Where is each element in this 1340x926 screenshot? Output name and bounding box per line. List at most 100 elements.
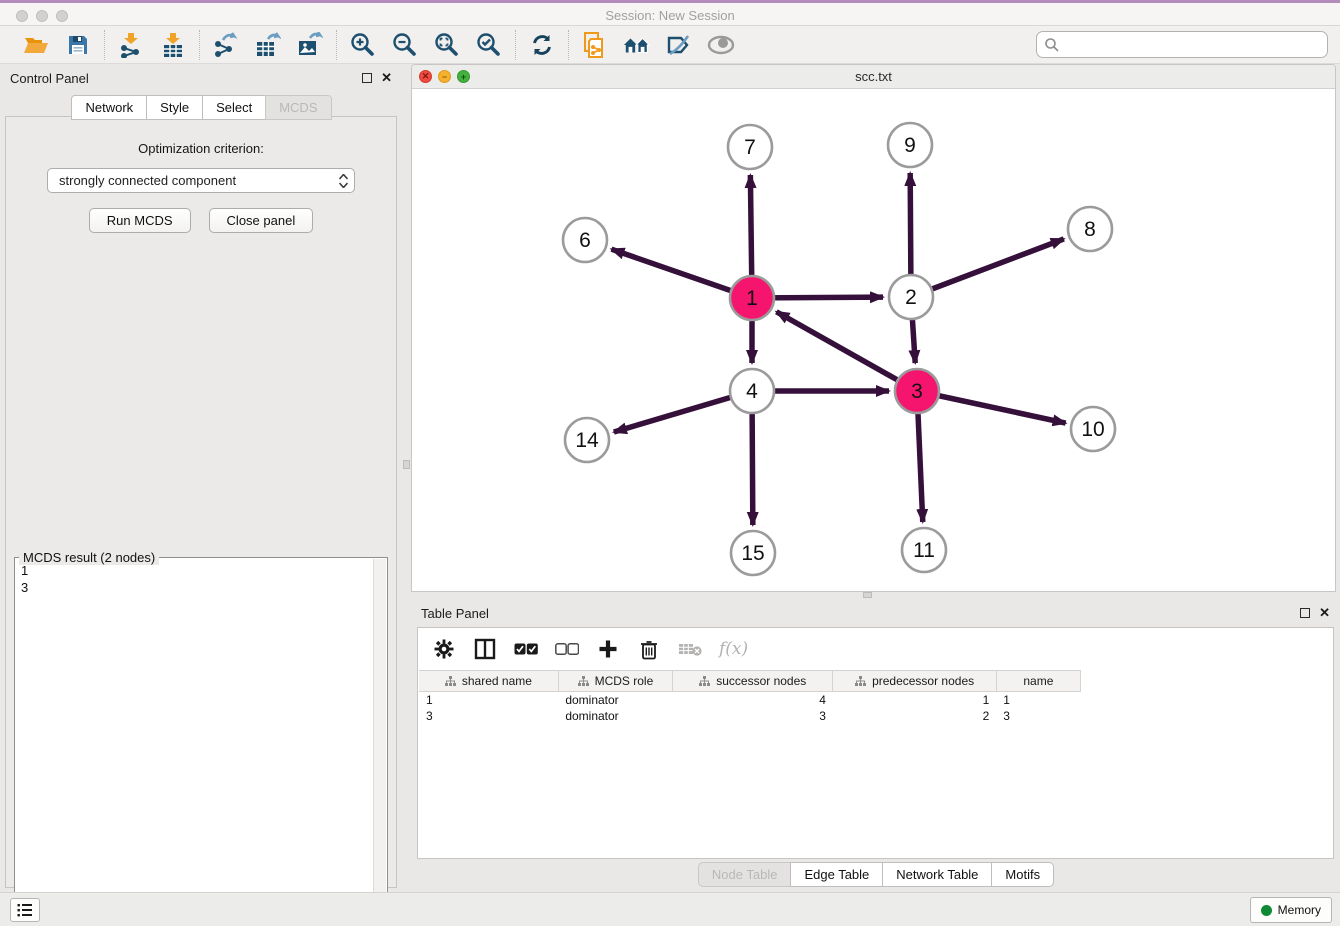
column-header-successor-nodes[interactable]: successor nodes: [673, 671, 833, 692]
control-panel-title: Control Panel: [10, 71, 89, 86]
result-scrollbar[interactable]: [373, 559, 386, 926]
import-table-icon: [161, 32, 185, 58]
tab-motifs[interactable]: Motifs: [991, 862, 1054, 887]
plus-icon: [598, 639, 618, 659]
open-folder-icon: [23, 34, 49, 56]
tab-network[interactable]: Network: [71, 95, 147, 120]
float-panel-icon[interactable]: [362, 73, 372, 83]
tab-select[interactable]: Select: [202, 95, 266, 120]
search-input[interactable]: [1060, 35, 1327, 55]
zoom-selected-button[interactable]: [475, 31, 503, 59]
cell-MCDS-role[interactable]: dominator: [558, 708, 672, 724]
network-canvas[interactable]: 1234678910111415: [412, 89, 1335, 591]
splitter-grip[interactable]: [403, 460, 410, 469]
criterion-dropdown[interactable]: strongly connected component: [47, 168, 355, 193]
splitter-grip[interactable]: [863, 592, 872, 598]
function-builder-button[interactable]: f(x): [719, 639, 748, 659]
cell-successor-nodes[interactable]: 4: [673, 692, 833, 708]
node-label-2: 2: [905, 286, 917, 309]
frame-minimize-icon[interactable]: −: [438, 70, 451, 83]
clone-network-button[interactable]: [581, 31, 609, 59]
horizontal-splitter[interactable]: [411, 592, 1340, 599]
node-label-8: 8: [1084, 218, 1096, 241]
hide-labels-icon: [666, 34, 692, 56]
zoom-out-button[interactable]: [391, 31, 419, 59]
edge-3-1[interactable]: [776, 312, 917, 391]
optimization-criterion-label: Optimization criterion:: [6, 141, 396, 156]
cell-MCDS-role[interactable]: dominator: [558, 692, 672, 708]
column-header-shared-name[interactable]: shared name: [419, 671, 558, 692]
cell-name[interactable]: 3: [996, 708, 1080, 724]
network-graph[interactable]: 1234678910111415: [412, 89, 1335, 591]
node-label-15: 15: [741, 542, 764, 565]
show-graphics-details-button[interactable]: [707, 31, 735, 59]
table-panel-tabs: Node TableEdge TableNetwork TableMotifs: [411, 862, 1340, 887]
cell-name[interactable]: 1: [996, 692, 1080, 708]
table-row[interactable]: 1dominator411: [419, 692, 1081, 708]
save-session-button[interactable]: [64, 31, 92, 59]
deselect-all-rows-button[interactable]: [555, 637, 579, 661]
cell-predecessor-nodes[interactable]: 2: [833, 708, 996, 724]
criterion-value: strongly connected component: [59, 173, 236, 188]
delete-column-button[interactable]: [637, 637, 661, 661]
memory-button[interactable]: Memory: [1250, 897, 1332, 923]
node-label-14: 14: [575, 429, 599, 452]
column-header-MCDS-role[interactable]: MCDS role: [558, 671, 672, 692]
tab-mcds[interactable]: MCDS: [265, 95, 331, 120]
zoom-in-button[interactable]: [349, 31, 377, 59]
edge-2-8[interactable]: [911, 239, 1064, 297]
status-bar: Memory: [0, 892, 1340, 926]
search-icon: [1044, 37, 1060, 53]
task-history-button[interactable]: [10, 898, 40, 922]
zoom-out-icon: [392, 32, 418, 58]
frame-maximize-icon[interactable]: +: [457, 70, 470, 83]
node-label-4: 4: [746, 380, 758, 403]
cell-predecessor-nodes[interactable]: 1: [833, 692, 996, 708]
frame-close-icon[interactable]: ✕: [419, 70, 432, 83]
main-toolbar: [0, 26, 1340, 64]
unchecked-boxes-icon: [555, 643, 579, 655]
delete-table-button[interactable]: [678, 637, 702, 661]
create-column-button[interactable]: [596, 637, 620, 661]
close-panel-icon[interactable]: ✕: [1319, 608, 1330, 618]
mcds-result-text[interactable]: 1 3: [21, 562, 28, 596]
close-panel-button[interactable]: Close panel: [209, 208, 314, 233]
zoom-in-icon: [350, 32, 376, 58]
network-window-titlebar[interactable]: ✕ − + scc.txt: [412, 65, 1335, 89]
show-columns-button[interactable]: [473, 637, 497, 661]
float-panel-icon[interactable]: [1300, 608, 1310, 618]
table-settings-button[interactable]: [432, 637, 456, 661]
import-table-button[interactable]: [159, 31, 187, 59]
tab-network-table[interactable]: Network Table: [882, 862, 992, 887]
export-image-button[interactable]: [296, 31, 324, 59]
cell-successor-nodes[interactable]: 3: [673, 708, 833, 724]
export-network-button[interactable]: [212, 31, 240, 59]
select-all-rows-button[interactable]: [514, 637, 538, 661]
mcds-result-title: MCDS result (2 nodes): [19, 550, 159, 565]
network-title: scc.txt: [412, 69, 1335, 84]
tab-edge-table[interactable]: Edge Table: [790, 862, 883, 887]
vertical-splitter[interactable]: [402, 64, 411, 892]
tab-node-table[interactable]: Node Table: [698, 862, 792, 887]
hierarchy-icon: [445, 676, 456, 686]
export-table-button[interactable]: [254, 31, 282, 59]
cell-shared-name[interactable]: 3: [419, 708, 558, 724]
node-label-3: 3: [911, 380, 923, 403]
column-header-predecessor-nodes[interactable]: predecessor nodes: [833, 671, 996, 692]
run-mcds-button[interactable]: Run MCDS: [89, 208, 191, 233]
zoom-fit-button[interactable]: [433, 31, 461, 59]
tab-style[interactable]: Style: [146, 95, 203, 120]
refresh-button[interactable]: [528, 31, 556, 59]
node-label-7: 7: [744, 136, 756, 159]
home-layout-button[interactable]: [623, 31, 651, 59]
column-header-name[interactable]: name: [996, 671, 1080, 692]
import-network-button[interactable]: [117, 31, 145, 59]
export-image-icon: [297, 32, 323, 58]
search-box[interactable]: [1036, 31, 1328, 58]
table-row[interactable]: 3dominator323: [419, 708, 1081, 724]
open-session-button[interactable]: [22, 31, 50, 59]
checked-boxes-icon: [514, 643, 538, 655]
close-panel-icon[interactable]: ✕: [381, 73, 392, 83]
cell-shared-name[interactable]: 1: [419, 692, 558, 708]
hide-labels-button[interactable]: [665, 31, 693, 59]
